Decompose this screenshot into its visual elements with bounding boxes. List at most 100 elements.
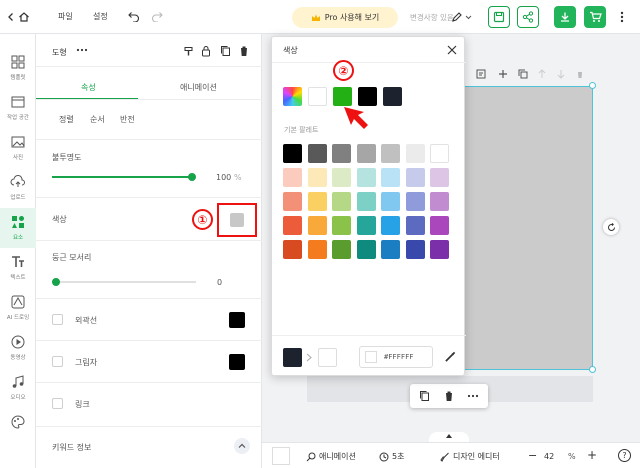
palette-color-swatch[interactable]	[307, 168, 327, 187]
palette-color-swatch[interactable]	[430, 192, 449, 211]
palette-color-swatch[interactable]	[332, 168, 351, 187]
custom-color-picker-button[interactable]	[283, 87, 302, 106]
palette-color-swatch[interactable]	[430, 168, 449, 187]
lock-icon[interactable]	[201, 45, 211, 57]
palette-color-swatch[interactable]	[307, 216, 327, 235]
sidebar-item-ai-drawing[interactable]: AI 드로잉	[0, 288, 36, 328]
palette-color-swatch[interactable]	[430, 144, 449, 163]
opacity-slider-track[interactable]	[52, 173, 196, 181]
radius-slider-thumb[interactable]	[52, 278, 60, 286]
tab-animation[interactable]: 애니메이션	[180, 82, 217, 93]
share-button[interactable]	[517, 6, 539, 28]
duration-button[interactable]: 5초	[379, 451, 404, 462]
palette-color-swatch[interactable]	[356, 168, 376, 187]
download-button[interactable]	[554, 6, 576, 28]
sidebar-item-workspace[interactable]: 작업 공간	[0, 88, 36, 128]
resize-handle[interactable]	[589, 366, 596, 373]
recent-color-swatch[interactable]	[383, 87, 402, 106]
palette-color-swatch[interactable]	[332, 240, 351, 259]
sidebar-item-video[interactable]: 동영상	[0, 328, 36, 368]
palette-color-swatch[interactable]	[405, 192, 425, 211]
panel-more-button[interactable]	[76, 48, 90, 54]
zoom-in-button[interactable]: +	[587, 448, 597, 462]
add-page-icon[interactable]	[498, 69, 508, 79]
outline-color-swatch[interactable]	[229, 312, 245, 328]
palette-color-swatch[interactable]	[430, 216, 449, 235]
palette-color-swatch[interactable]	[356, 144, 376, 163]
align-button[interactable]: 정렬	[59, 114, 74, 125]
hex-input[interactable]: #FFFFFF	[359, 346, 433, 368]
bottom-panel-toggle[interactable]	[429, 432, 469, 442]
shadow-checkbox[interactable]	[52, 356, 63, 367]
palette-color-swatch[interactable]	[356, 192, 376, 211]
palette-color-swatch[interactable]	[332, 216, 351, 235]
sidebar-item-photo[interactable]: 사진	[0, 128, 36, 168]
animation-button[interactable]: 애니메이션	[306, 451, 356, 462]
palette-color-swatch[interactable]	[381, 168, 400, 187]
paint-format-icon[interactable]	[183, 46, 194, 57]
palette-color-swatch[interactable]	[381, 144, 400, 163]
resize-handle[interactable]	[589, 82, 596, 89]
undo-icon[interactable]	[128, 11, 140, 22]
move-up-icon[interactable]	[537, 69, 547, 79]
palette-color-swatch[interactable]	[356, 216, 376, 235]
sidebar-item-palette[interactable]	[0, 408, 36, 448]
radius-slider-track[interactable]	[52, 278, 196, 286]
eyedropper-icon[interactable]	[445, 351, 456, 362]
settings-menu[interactable]: 설정	[93, 11, 108, 22]
redo-icon[interactable]	[151, 11, 163, 22]
sidebar-item-template[interactable]: 템플릿	[0, 48, 36, 88]
palette-color-swatch[interactable]	[283, 168, 302, 187]
recent-color-swatch[interactable]	[333, 87, 352, 106]
recent-color-swatch[interactable]	[308, 87, 327, 106]
outline-checkbox[interactable]	[52, 314, 63, 325]
palette-color-swatch[interactable]	[307, 192, 327, 211]
design-editor-button[interactable]: 디자인 에디터	[440, 451, 500, 462]
more-horizontal-icon[interactable]	[467, 394, 479, 398]
palette-color-swatch[interactable]	[405, 144, 425, 163]
opacity-slider-thumb[interactable]	[188, 173, 196, 181]
pro-trial-button[interactable]: Pro 사용해 보기	[292, 7, 398, 28]
page-thumbnail[interactable]	[272, 447, 290, 465]
flip-button[interactable]: 반전	[120, 114, 135, 125]
help-icon[interactable]: ?	[618, 449, 631, 462]
zoom-value[interactable]: 42	[544, 452, 554, 461]
pen-tool-dropdown[interactable]	[451, 9, 475, 25]
trash-icon[interactable]	[239, 45, 249, 57]
palette-color-swatch[interactable]	[283, 192, 302, 211]
recent-color-swatch[interactable]	[358, 87, 377, 106]
palette-color-swatch[interactable]	[405, 168, 425, 187]
palette-color-swatch[interactable]	[381, 216, 400, 235]
palette-color-swatch[interactable]	[381, 192, 400, 211]
duplicate-icon[interactable]	[419, 390, 430, 402]
zoom-out-button[interactable]: −	[528, 449, 537, 462]
tab-properties[interactable]: 속성	[81, 82, 96, 93]
palette-color-swatch[interactable]	[332, 192, 351, 211]
save-button[interactable]	[488, 6, 510, 28]
delete-page-icon[interactable]	[575, 69, 585, 79]
palette-color-swatch[interactable]	[381, 240, 400, 259]
back-home-button[interactable]	[6, 8, 36, 26]
sidebar-item-upload[interactable]: 업로드	[0, 168, 36, 208]
selected-shape[interactable]	[456, 86, 593, 370]
cart-button[interactable]	[584, 6, 606, 28]
palette-color-swatch[interactable]	[307, 144, 327, 163]
close-icon[interactable]	[447, 45, 457, 55]
link-checkbox[interactable]	[52, 398, 63, 409]
palette-color-swatch[interactable]	[405, 240, 425, 259]
palette-color-swatch[interactable]	[307, 240, 327, 259]
palette-color-swatch[interactable]	[356, 240, 376, 259]
copy-page-icon[interactable]	[518, 69, 528, 79]
palette-color-swatch[interactable]	[283, 240, 302, 259]
sidebar-item-text[interactable]: 텍스트	[0, 248, 36, 288]
palette-color-swatch[interactable]	[283, 216, 302, 235]
duplicate-icon[interactable]	[220, 45, 231, 57]
sidebar-item-audio[interactable]: 오디오	[0, 368, 36, 408]
rotate-handle[interactable]	[603, 219, 619, 235]
keyword-collapse-button[interactable]	[234, 438, 250, 454]
move-down-icon[interactable]	[556, 69, 566, 79]
sidebar-item-elements[interactable]: 요소	[0, 208, 36, 248]
shadow-color-swatch[interactable]	[229, 354, 245, 370]
page-note-icon[interactable]	[476, 69, 486, 79]
palette-color-swatch[interactable]	[405, 216, 425, 235]
